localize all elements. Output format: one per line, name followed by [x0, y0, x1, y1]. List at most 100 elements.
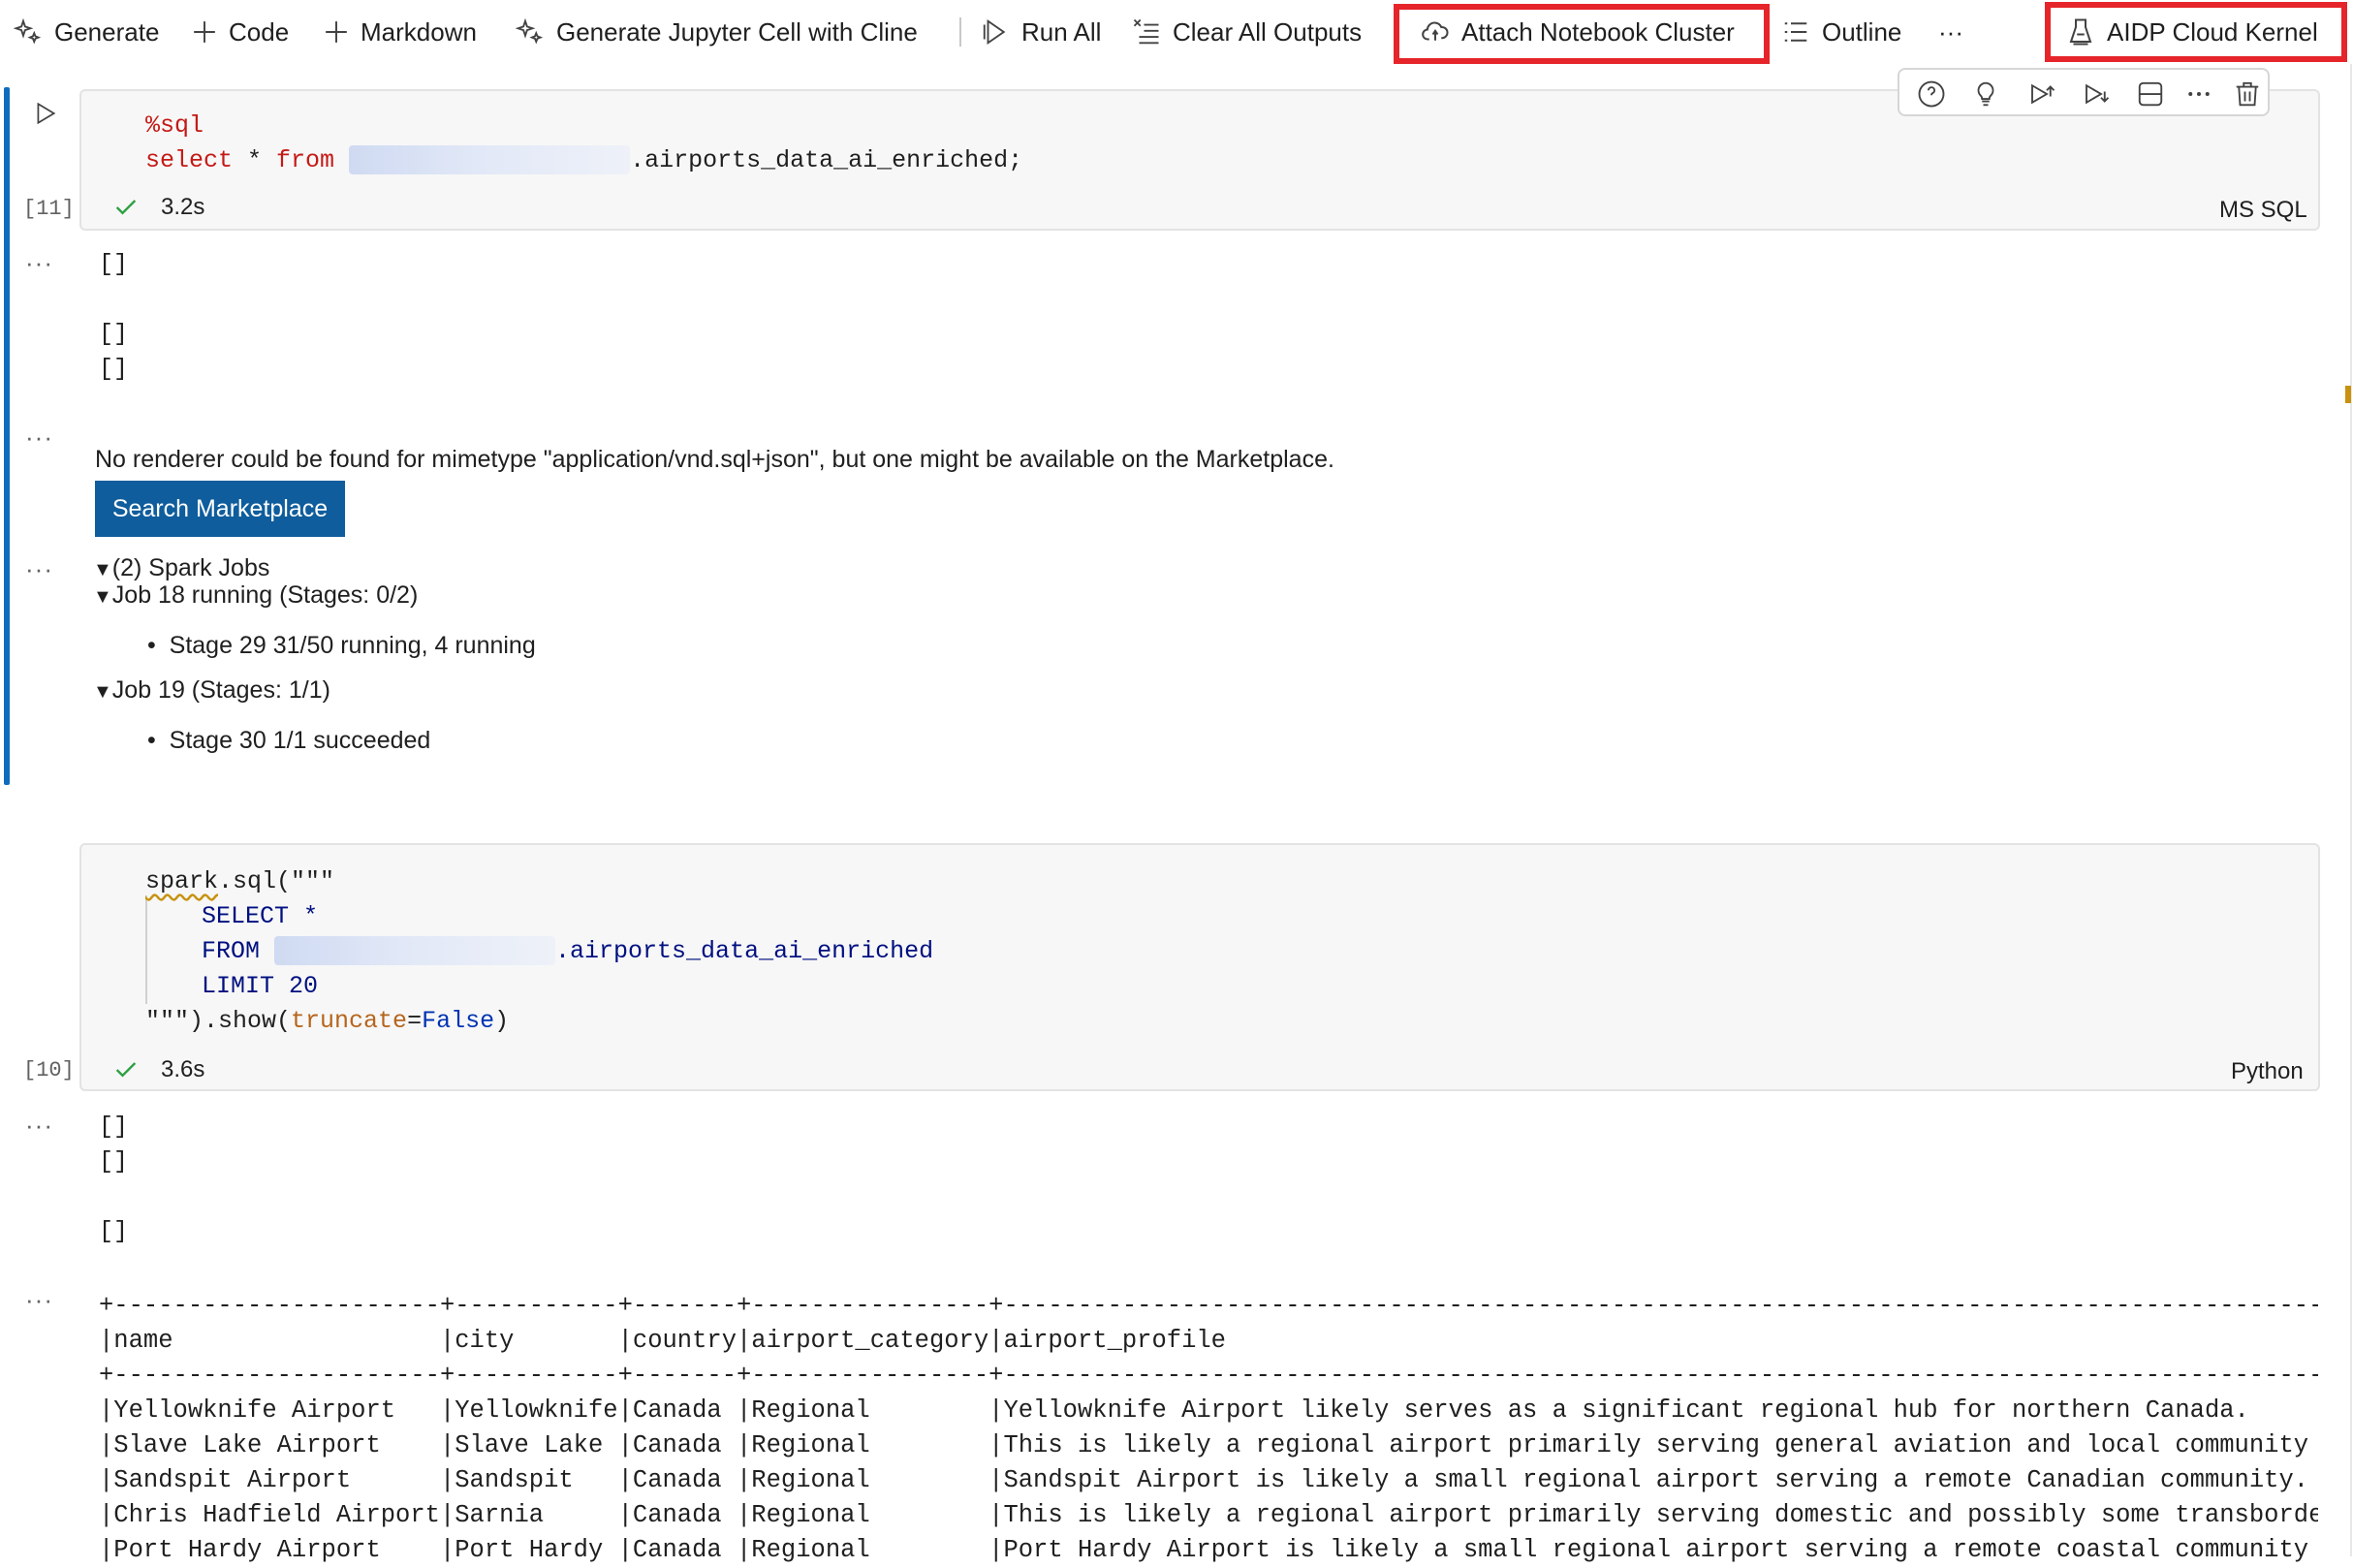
run-above-icon[interactable]	[2025, 78, 2058, 110]
search-marketplace-button[interactable]: Search Marketplace	[95, 481, 345, 537]
triangle-down-icon: ▼	[93, 681, 112, 703]
generate-label: Generate	[54, 16, 160, 47]
show-call: """).show(	[145, 1007, 292, 1035]
clear-all-icon	[1133, 18, 1159, 45]
clear-outputs-button[interactable]: Clear All Outputs	[1132, 8, 1362, 56]
sql-code-line-2[interactable]: select * from .airports_data_ai_enriched…	[145, 143, 1022, 178]
output-menu-dots[interactable]: ···	[25, 1285, 53, 1315]
equals-sign: =	[407, 1007, 423, 1035]
false-literal: False	[422, 1007, 495, 1035]
generate-button[interactable]: Generate	[14, 8, 159, 56]
redacted-schema	[349, 145, 631, 175]
python-code-line-5[interactable]: """).show(truncate=False)	[145, 1004, 509, 1039]
output-line: []	[99, 1217, 129, 1245]
python-code-line-4[interactable]: LIMIT 20	[202, 969, 318, 1004]
job19-label: Job 19 (Stages: 1/1)	[111, 676, 330, 704]
highlight-attach-cluster	[1394, 4, 1770, 64]
from-keyword: FROM	[202, 937, 261, 965]
run-cell-icon[interactable]	[33, 101, 58, 126]
scrollbar-marker	[2345, 386, 2351, 403]
sparkle-icon	[14, 17, 42, 45]
output-menu-dots[interactable]: ···	[25, 248, 53, 278]
cell-status: 3.2s	[112, 194, 204, 221]
cell-status: 3.6s	[112, 1056, 204, 1083]
check-icon	[115, 1062, 137, 1078]
cell-language[interactable]: MS SQL	[2219, 197, 2307, 224]
triangle-down-icon: ▼	[93, 559, 112, 580]
indent-guide	[145, 895, 147, 1004]
stage29-label: Stage 29 31/50 running, 4 running	[169, 632, 536, 659]
run-all-label: Run All	[1021, 16, 1102, 47]
execution-count: [11]	[23, 197, 75, 221]
sql-select-keyword: select	[145, 146, 234, 174]
cell-toolbar	[1898, 68, 2270, 116]
more-cell-actions-icon[interactable]	[2182, 78, 2215, 110]
list-icon	[1784, 22, 1807, 42]
truncate-param: truncate	[291, 1007, 408, 1035]
output-menu-dots[interactable]: ···	[25, 554, 53, 584]
lightbulb-icon[interactable]	[1969, 78, 2002, 110]
run-all-button[interactable]: Run All	[981, 8, 1101, 56]
execution-count: [10]	[23, 1058, 75, 1082]
more-label: ···	[1938, 16, 1963, 47]
scrollbar-track[interactable]	[2350, 64, 2352, 1556]
delete-cell-icon[interactable]	[2231, 78, 2264, 110]
output-menu-dots[interactable]: ···	[25, 423, 53, 453]
generate-cline-label: Generate Jupyter Cell with Cline	[556, 16, 918, 47]
output-line: []	[99, 320, 129, 348]
toolbar-divider	[959, 17, 961, 47]
cell-language[interactable]: Python	[2231, 1058, 2304, 1085]
sql-from-keyword: from	[276, 146, 335, 174]
help-icon[interactable]	[1915, 78, 1948, 110]
sql-code-line-1[interactable]: %sql	[145, 109, 204, 143]
dataframe-table-output: +----------------------+-----------+----…	[99, 1292, 2318, 1564]
add-code-button[interactable]: Code	[192, 8, 289, 56]
sparkle-icon	[516, 17, 544, 45]
triangle-down-icon: ▼	[93, 586, 112, 608]
python-code-line-3[interactable]: FROM .airports_data_ai_enriched	[202, 934, 933, 969]
job18-label: Job 18 running (Stages: 0/2)	[111, 581, 419, 609]
clear-outputs-label: Clear All Outputs	[1173, 16, 1363, 47]
python-code-line-1[interactable]: spark.sql("""	[145, 864, 334, 899]
output-menu-dots[interactable]: ···	[25, 1111, 53, 1141]
stage29-item: • Stage 29 31/50 running, 4 running	[147, 632, 536, 659]
cell-focus-indicator	[4, 87, 10, 785]
check-icon	[115, 200, 137, 215]
job18-toggle[interactable]: ▼Job 18 running (Stages: 0/2)	[93, 581, 418, 610]
outline-button[interactable]: Outline	[1781, 8, 1901, 56]
sql-star: *	[233, 146, 277, 174]
add-markdown-button[interactable]: Markdown	[324, 8, 477, 56]
output-line: []	[99, 355, 129, 383]
highlight-kernel	[2045, 2, 2347, 62]
cell-duration: 3.2s	[161, 194, 205, 220]
stage30-item: • Stage 30 1/1 succeeded	[147, 727, 431, 754]
split-cell-icon[interactable]	[2134, 78, 2167, 110]
notebook-toolbar: Generate Code Markdown Generate Jupyter …	[0, 0, 2353, 64]
code-label: Code	[229, 16, 290, 47]
output-line: []	[99, 1147, 129, 1176]
more-actions-button[interactable]: ···	[1938, 8, 1963, 56]
python-table-name: .airports_data_ai_enriched	[555, 937, 934, 965]
output-line: []	[99, 1113, 129, 1141]
run-below-icon[interactable]	[2080, 78, 2113, 110]
sql-magic: %sql	[145, 111, 204, 140]
spark-jobs-toggle[interactable]: ▼(2) Spark Jobs	[93, 554, 269, 582]
close-paren: )	[494, 1007, 510, 1035]
cell-duration: 3.6s	[161, 1056, 205, 1082]
plus-icon	[326, 21, 347, 43]
redacted-schema	[274, 936, 556, 966]
generate-cline-button[interactable]: Generate Jupyter Cell with Cline	[516, 8, 918, 56]
stage30-label: Stage 30 1/1 succeeded	[169, 727, 431, 754]
output-line: []	[99, 250, 129, 278]
spark-identifier: spark	[145, 867, 219, 895]
sql-table-name: .airports_data_ai_enriched;	[630, 146, 1023, 174]
python-code-line-2[interactable]: SELECT *	[202, 899, 318, 934]
run-all-icon	[983, 18, 1006, 46]
markdown-label: Markdown	[361, 16, 477, 47]
plus-icon	[194, 21, 215, 43]
spark-jobs-label: (2) Spark Jobs	[111, 554, 270, 581]
job19-toggle[interactable]: ▼Job 19 (Stages: 1/1)	[93, 676, 330, 705]
python-sql-call: .sql("""	[218, 867, 335, 895]
outline-label: Outline	[1822, 16, 1902, 47]
renderer-message: No renderer could be found for mimetype …	[95, 446, 1334, 473]
